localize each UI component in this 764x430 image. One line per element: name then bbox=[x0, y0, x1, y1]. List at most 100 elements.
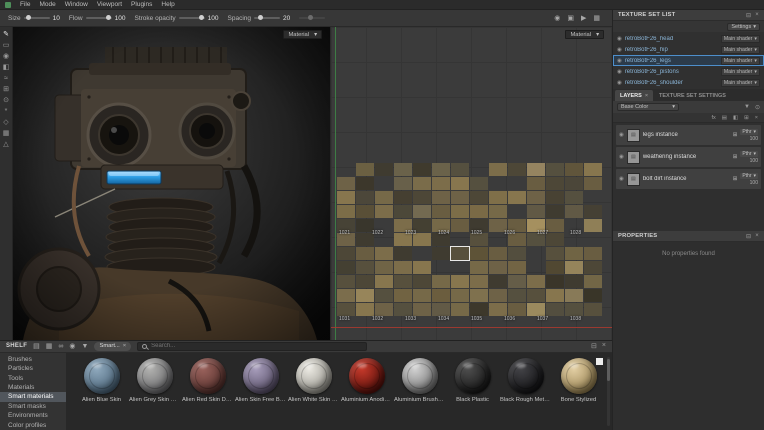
eraser-tool-icon[interactable]: ▭ bbox=[3, 42, 10, 50]
blend-mode-dropdown[interactable]: Pthr▾ bbox=[740, 151, 758, 157]
layer-visibility-icon[interactable]: ◉ bbox=[619, 176, 624, 182]
menu-file[interactable]: File bbox=[20, 1, 30, 8]
texture-set-row-selected[interactable]: ◉ retroBotF26_legs Main shader▾ bbox=[613, 55, 764, 66]
polygon-fill-tool-icon[interactable]: ◧ bbox=[3, 64, 10, 72]
add-fill-layer-icon[interactable]: ◧ bbox=[733, 115, 738, 121]
visibility-eye-icon[interactable]: ◉ bbox=[617, 58, 622, 64]
material-sphere[interactable] bbox=[137, 358, 173, 394]
folder-icon[interactable]: ▤ bbox=[33, 342, 40, 350]
quick-mask-tool-icon[interactable]: ▦ bbox=[3, 130, 10, 138]
category-smart-materials[interactable]: Smart materials bbox=[0, 392, 66, 401]
add-folder-icon[interactable]: ▤ bbox=[722, 115, 727, 121]
projection-tool-icon[interactable]: ◉ bbox=[3, 53, 9, 61]
category-color-profiles[interactable]: Color profiles bbox=[0, 421, 66, 430]
category-materials[interactable]: Materials bbox=[0, 383, 66, 392]
render-icon[interactable]: ◉ bbox=[554, 14, 560, 22]
settings-dropdown[interactable]: Settings ▾ bbox=[727, 23, 760, 31]
layer-opacity[interactable]: 100 bbox=[750, 180, 758, 186]
spacing-slider-handle[interactable] bbox=[258, 15, 263, 20]
material-sphere[interactable] bbox=[402, 358, 438, 394]
add-effect-icon[interactable]: fx bbox=[711, 115, 715, 121]
category-tools[interactable]: Tools bbox=[0, 374, 66, 383]
shelf-scroll-thumb[interactable] bbox=[607, 359, 610, 381]
material-item[interactable]: Aluminium Brushed... bbox=[394, 358, 445, 430]
eye-icon[interactable]: ◉ bbox=[69, 342, 75, 350]
material-item[interactable]: Black Plastic bbox=[447, 358, 498, 430]
material-item[interactable]: Alien White Skin Veined bbox=[288, 358, 339, 430]
camera-icon[interactable]: ▣ bbox=[567, 14, 574, 22]
filter-icon[interactable]: ▼ bbox=[82, 343, 89, 350]
search-input[interactable] bbox=[151, 343, 362, 349]
category-particles[interactable]: Particles bbox=[0, 364, 66, 373]
clone-tool-icon[interactable]: ⊞ bbox=[3, 86, 9, 94]
menu-viewport[interactable]: Viewport bbox=[97, 1, 122, 8]
dock-icon[interactable]: ⊟ bbox=[591, 342, 597, 350]
material-sphere[interactable] bbox=[349, 358, 385, 394]
filter-chip[interactable]: Smart... × bbox=[94, 342, 131, 351]
texture-set-row[interactable]: ◉ retroBotF26_shoulder Main shader▾ bbox=[613, 77, 764, 88]
tab-texture-set-settings[interactable]: TEXTURE SET SETTINGS bbox=[654, 90, 731, 101]
display-settings-icon[interactable]: ▦ bbox=[593, 14, 600, 22]
shader-display-dropdown-2d[interactable]: Material ▾ bbox=[565, 30, 604, 39]
dock-icon[interactable]: ⊟ bbox=[746, 233, 751, 240]
material-item[interactable]: Alien Grey Skin Bump... bbox=[129, 358, 180, 430]
video-icon[interactable]: ▶ bbox=[581, 14, 586, 22]
menu-help[interactable]: Help bbox=[161, 1, 174, 8]
close-icon[interactable]: × bbox=[602, 342, 606, 350]
category-brushes[interactable]: Brushes bbox=[0, 355, 66, 364]
material-picker-tool-icon[interactable]: ⊙ bbox=[3, 97, 9, 105]
dock-icon[interactable]: ⊟ bbox=[746, 12, 751, 19]
material-sphere[interactable] bbox=[561, 358, 597, 394]
channel-dropdown[interactable]: Base Color ▾ bbox=[617, 103, 679, 111]
material-item[interactable]: Black Rough Metal D... bbox=[500, 358, 551, 430]
viewport-2d[interactable]: 10211022102310241025102610271028 1031103… bbox=[330, 27, 612, 340]
blend-mode-dropdown[interactable]: Pthr▾ bbox=[740, 129, 758, 135]
close-icon[interactable]: × bbox=[755, 233, 759, 240]
visibility-eye-icon[interactable]: ◉ bbox=[617, 36, 622, 42]
flow-slider[interactable] bbox=[86, 17, 112, 19]
texture-set-row[interactable]: ◉ retroBotF26_pistons Main shader▾ bbox=[613, 66, 764, 77]
size-slider-handle[interactable] bbox=[26, 15, 31, 20]
visibility-eye-icon[interactable]: ◉ bbox=[617, 80, 622, 86]
close-icon[interactable]: × bbox=[755, 12, 759, 19]
stroke-opacity-slider[interactable] bbox=[179, 17, 205, 19]
material-sphere[interactable] bbox=[508, 358, 544, 394]
picker-icon[interactable]: ⊙ bbox=[755, 104, 760, 111]
material-sphere[interactable] bbox=[190, 358, 226, 394]
flow-slider-handle[interactable] bbox=[106, 15, 111, 20]
shader-dropdown[interactable]: Main shader▾ bbox=[721, 68, 760, 76]
shader-display-dropdown-3d[interactable]: Material ▾ bbox=[283, 30, 322, 39]
menu-plugins[interactable]: Plugins bbox=[131, 1, 152, 8]
layer-row[interactable]: ◉ ▤ bolt dirt instance ⊞ Pthr▾ 100 bbox=[616, 169, 761, 189]
blend-mode-dropdown[interactable]: Pthr▾ bbox=[740, 173, 758, 179]
layer-visibility-icon[interactable]: ◉ bbox=[619, 154, 624, 160]
category-smart-masks[interactable]: Smart masks bbox=[0, 402, 66, 411]
material-item[interactable]: Alien Blue Skin bbox=[76, 358, 127, 430]
tab-close-icon[interactable]: × bbox=[645, 93, 648, 99]
spacing-slider[interactable] bbox=[254, 17, 280, 19]
material-item[interactable]: Bone Stylized bbox=[553, 358, 604, 430]
shader-dropdown[interactable]: Main shader▾ bbox=[721, 46, 760, 54]
particles-tool-icon[interactable]: * bbox=[5, 108, 8, 116]
grid-view-icon[interactable]: ▦ bbox=[46, 342, 53, 350]
smudge-tool-icon[interactable]: ≈ bbox=[4, 75, 8, 83]
shelf-search-box[interactable] bbox=[137, 342, 367, 351]
texture-set-row[interactable]: ◉ retroBotF26_head Main shader▾ bbox=[613, 33, 764, 44]
shader-dropdown[interactable]: Main shader▾ bbox=[721, 35, 760, 43]
layer-visibility-icon[interactable]: ◉ bbox=[619, 132, 624, 138]
gizmo-tool-icon[interactable]: △ bbox=[3, 141, 8, 149]
link-icon[interactable]: ∞ bbox=[58, 343, 63, 350]
stroke-opacity-slider-handle[interactable] bbox=[199, 15, 204, 20]
add-layer-icon[interactable]: ⊞ bbox=[744, 115, 749, 121]
shelf-scrollbar[interactable] bbox=[607, 357, 610, 426]
filter-layers-icon[interactable]: ▼ bbox=[744, 104, 750, 111]
layer-opacity[interactable]: 100 bbox=[750, 158, 758, 164]
visibility-eye-icon[interactable]: ◉ bbox=[617, 47, 622, 53]
menu-mode[interactable]: Mode bbox=[39, 1, 55, 8]
material-sphere[interactable] bbox=[243, 358, 279, 394]
layer-opacity[interactable]: 100 bbox=[750, 136, 758, 142]
delete-layer-icon[interactable]: × bbox=[755, 115, 758, 121]
texture-set-row[interactable]: ◉ retroBotF26_hip Main shader▾ bbox=[613, 44, 764, 55]
material-item[interactable]: Alien Red Skin Dama... bbox=[182, 358, 233, 430]
layer-row[interactable]: ◉ ▤ weathering instance ⊞ Pthr▾ 100 bbox=[616, 147, 761, 167]
